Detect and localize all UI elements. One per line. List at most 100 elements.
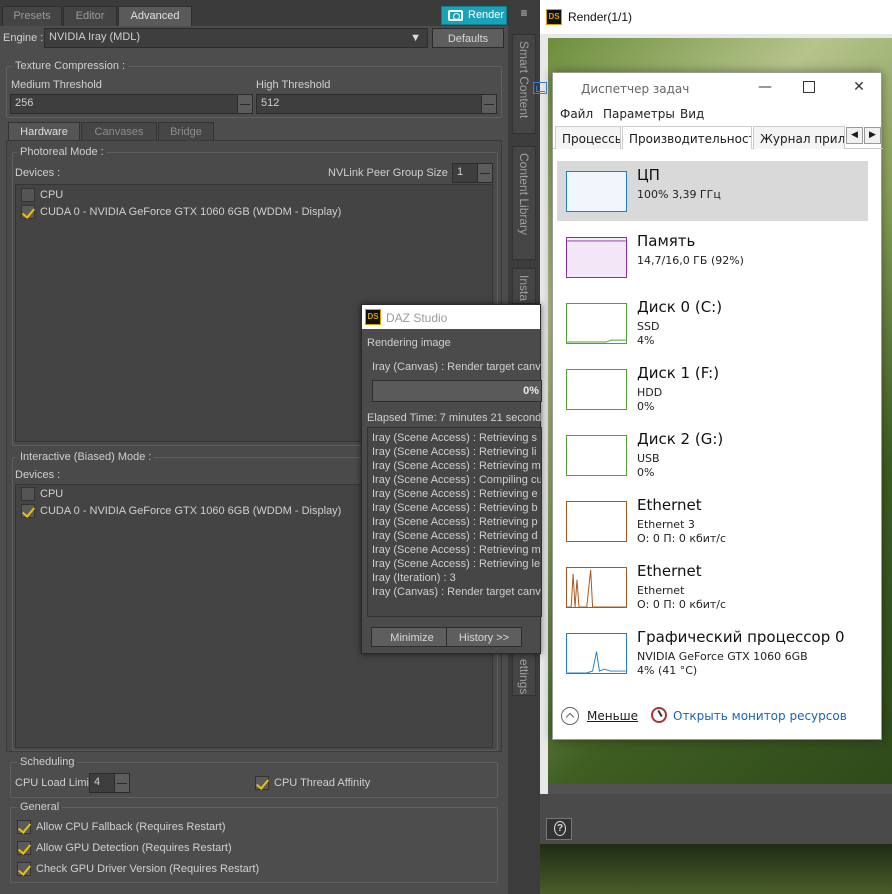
- performance-item[interactable]: Память 14,7/16,0 ГБ (92%): [557, 227, 868, 287]
- tab-processes[interactable]: Процессы: [555, 126, 621, 149]
- interactive-devices-label: Devices :: [15, 469, 61, 481]
- tab-install[interactable]: Insta: [512, 268, 536, 304]
- high-threshold-input[interactable]: 512: [256, 94, 482, 114]
- log-line: Iray (Scene Access) : Retrieving s: [372, 432, 538, 444]
- medium-threshold-stepper[interactable]: [237, 94, 253, 114]
- engine-value: NVIDIA Iray (MDL): [49, 31, 141, 43]
- fewer-details-link[interactable]: Меньше: [587, 709, 638, 723]
- interactive-gpu-checkbox[interactable]: [21, 504, 35, 518]
- photoreal-gpu-checkbox[interactable]: [21, 205, 35, 219]
- medium-threshold-input[interactable]: 256: [10, 94, 238, 114]
- nvlink-input[interactable]: 1: [452, 163, 478, 183]
- performance-item[interactable]: ЦП 100% 3,39 ГГц: [557, 161, 868, 221]
- help-button[interactable]: ?: [546, 818, 572, 840]
- performance-item-title: Диск 0 (C:): [637, 298, 723, 316]
- dialog-titlebar: DS DAZ Studio: [362, 305, 540, 329]
- log-line: Iray (Scene Access) : Compiling cu: [372, 474, 542, 486]
- performance-item-title: Диск 1 (F:): [637, 364, 720, 382]
- photoreal-title: Photoreal Mode :: [17, 146, 107, 158]
- performance-item-value: О: 0 П: 0 кбит/с: [637, 598, 727, 611]
- tab-performance[interactable]: Производительность: [622, 126, 752, 149]
- performance-item-value: 4% (41 °C): [637, 664, 698, 677]
- cpu-affinity-label: CPU Thread Affinity: [274, 777, 371, 789]
- close-icon[interactable]: ✕: [849, 79, 869, 97]
- performance-item[interactable]: Ethernet Ethernet О: 0 П: 0 кбит/с: [557, 557, 868, 617]
- driver-check-label: Check GPU Driver Version (Requires Resta…: [36, 863, 260, 875]
- menu-file[interactable]: Файл: [560, 107, 593, 121]
- performance-item[interactable]: Диск 1 (F:) HDD 0%: [557, 359, 868, 419]
- cpu-fallback-checkbox[interactable]: [17, 820, 31, 834]
- render-window-title: Render(1/1): [568, 10, 633, 24]
- cpu-affinity-checkbox[interactable]: [255, 776, 269, 790]
- minimize-button[interactable]: Minimize: [371, 627, 453, 647]
- log-line: Iray (Scene Access) : Retrieving e: [372, 488, 538, 500]
- chevron-down-icon: ▼: [410, 32, 421, 44]
- performance-item[interactable]: Ethernet Ethernet 3 О: 0 П: 0 кбит/с: [557, 491, 868, 551]
- performance-item[interactable]: Диск 0 (C:) SSD 4%: [557, 293, 868, 353]
- task-manager-window: Диспетчер задач — ✕ Файл Параметры Вид П…: [533, 72, 883, 740]
- cpu-load-stepper[interactable]: [114, 773, 130, 793]
- tab-bridge[interactable]: Bridge: [158, 122, 214, 141]
- log-line: Iray (Scene Access) : Retrieving m: [372, 460, 541, 472]
- interactive-title: Interactive (Biased) Mode :: [17, 451, 155, 463]
- cpu-load-input[interactable]: 4: [89, 773, 115, 793]
- performance-item-title: Ethernet: [637, 496, 702, 514]
- performance-item-title: Память: [637, 232, 696, 250]
- engine-select[interactable]: NVIDIA Iray (MDL) ▼: [44, 28, 428, 48]
- log-line: Iray (Scene Access) : Retrieving m: [372, 544, 541, 556]
- render-window-titlebar: DS Render(1/1): [540, 0, 892, 34]
- history-button[interactable]: History >>: [446, 627, 522, 647]
- defaults-button[interactable]: Defaults: [432, 28, 504, 48]
- interactive-gpu-label: CUDA 0 - NVIDIA GeForce GTX 1060 6GB (WD…: [40, 505, 342, 517]
- performance-item-value: 4%: [637, 334, 655, 347]
- photoreal-cpu-checkbox[interactable]: [21, 188, 35, 202]
- medium-threshold-label: Medium Threshold: [11, 79, 102, 91]
- tab-content-library[interactable]: Content Library: [512, 146, 536, 260]
- performance-graph: [566, 369, 627, 410]
- task-manager-tabs: Процессы Производительность Журнал прило…: [553, 125, 883, 149]
- performance-item[interactable]: Диск 2 (G:) USB 0%: [557, 425, 868, 485]
- menu-options[interactable]: Параметры: [603, 107, 675, 121]
- render-log: Iray (Scene Access) : Retrieving s Iray (…: [367, 427, 542, 617]
- high-threshold-stepper[interactable]: [481, 94, 497, 114]
- log-line: Iray (Iteration) : 3: [372, 572, 456, 584]
- scheduling-title: Scheduling: [17, 756, 78, 768]
- resource-monitor-link[interactable]: Открыть монитор ресурсов: [673, 709, 847, 723]
- performance-graph: [566, 237, 627, 278]
- cpu-load-label: CPU Load Limit: [15, 777, 93, 789]
- performance-item-detail: USB: [637, 452, 660, 465]
- menu-view[interactable]: Вид: [680, 107, 704, 121]
- gpu-detection-label: Allow GPU Detection (Requires Restart): [36, 842, 232, 854]
- maximize-icon[interactable]: [803, 81, 815, 93]
- performance-item[interactable]: Графический процессор 0 NVIDIA GeForce GT…: [557, 623, 868, 683]
- log-line: Iray (Scene Access) : Retrieving d: [372, 530, 538, 542]
- render-button[interactable]: Render: [441, 6, 507, 25]
- render-progress-dialog: DS DAZ Studio Rendering image Iray (Canv…: [361, 304, 542, 654]
- tab-editor[interactable]: Editor: [63, 6, 117, 26]
- tab-presets[interactable]: Presets: [2, 6, 62, 26]
- chevron-up-icon[interactable]: [561, 707, 579, 725]
- daz-logo-icon: DS: [546, 9, 562, 25]
- tab-canvases[interactable]: Canvases: [81, 122, 157, 141]
- tab-hardware[interactable]: Hardware: [8, 122, 80, 141]
- tab-settings[interactable]: ettings: [512, 652, 536, 696]
- high-threshold-label: High Threshold: [256, 79, 331, 91]
- performance-item-detail: Ethernet 3: [637, 518, 695, 531]
- menu-icon[interactable]: ≡: [514, 6, 534, 20]
- gpu-detection-checkbox[interactable]: [17, 841, 31, 855]
- tab-advanced[interactable]: Advanced: [118, 6, 192, 26]
- performance-graph: [566, 435, 627, 476]
- task-manager-titlebar: Диспетчер задач: [533, 73, 883, 103]
- driver-check-checkbox[interactable]: [17, 862, 31, 876]
- performance-graph: [566, 303, 627, 344]
- minimize-icon[interactable]: —: [755, 79, 775, 97]
- performance-graph: [566, 567, 627, 608]
- interactive-cpu-checkbox[interactable]: [21, 487, 35, 501]
- log-line: Iray (Scene Access) : Retrieving le: [372, 558, 541, 570]
- nvlink-stepper[interactable]: [477, 163, 493, 183]
- log-line: Iray (Scene Access) : Retrieving li: [372, 446, 537, 458]
- tab-app-history[interactable]: Журнал прилож: [753, 126, 845, 149]
- performance-item-detail: HDD: [637, 386, 663, 399]
- tab-scroll-left-icon[interactable]: ◀: [846, 127, 863, 144]
- tab-scroll-right-icon[interactable]: ▶: [864, 127, 881, 144]
